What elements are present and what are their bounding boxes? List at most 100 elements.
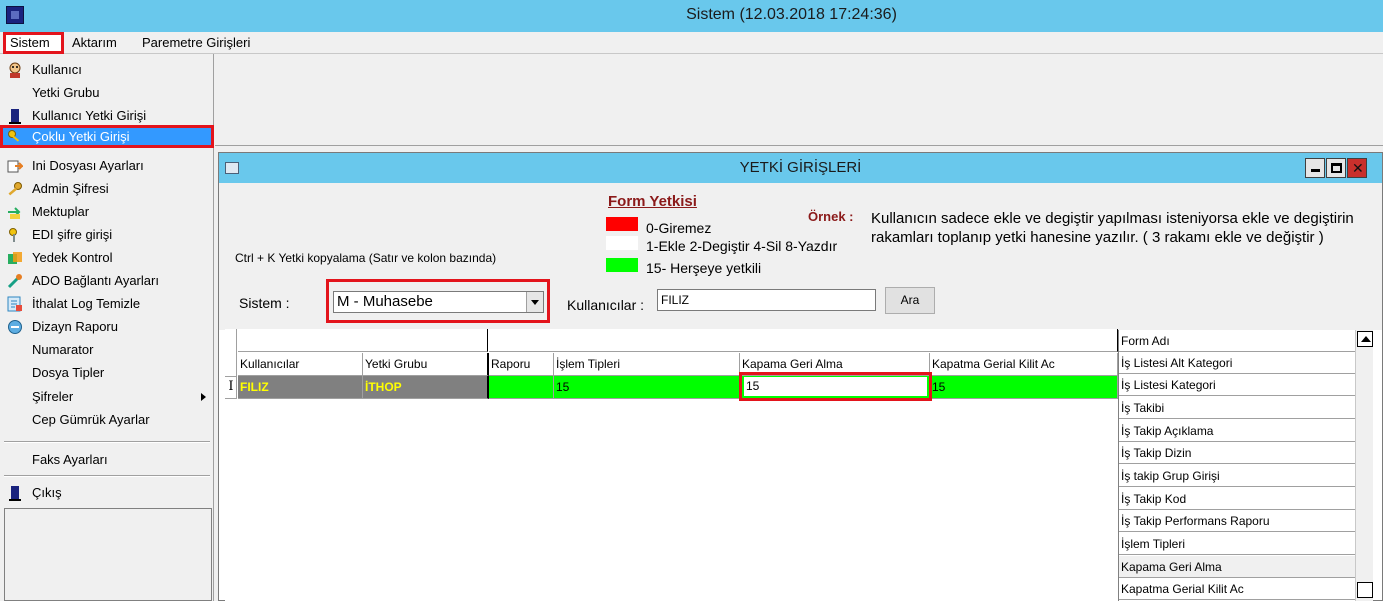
chevron-down-icon[interactable] (526, 292, 543, 312)
yetki-grid: I Kullanıcılar Yetki Grubu Raporu İşlem … (225, 329, 1118, 601)
list-item[interactable]: İş Takibi (1119, 397, 1355, 419)
exit-door-icon (9, 486, 21, 501)
menu-item-numarator[interactable]: Numarator (0, 338, 214, 361)
list-item[interactable]: İş Listesi Alt Kategori (1119, 352, 1355, 374)
report-icon (8, 320, 22, 334)
menu-item-sifreler[interactable]: Şifreler (0, 385, 214, 408)
menu-item-admin-sifresi[interactable]: Admin Şifresi (0, 177, 214, 200)
menu-item-kullanici[interactable]: Kullanıcı (0, 58, 214, 81)
menu-sistem[interactable]: Sistem (3, 32, 64, 54)
col-header-islem-tipleri[interactable]: İşlem Tipleri (554, 353, 740, 376)
col-header-yetki-grubu[interactable]: Yetki Grubu (363, 353, 489, 376)
col-header-kapatma-gerial-kilit-ac[interactable]: Kapatma Gerial Kilit Ac (930, 353, 1118, 376)
menu-item-label: Mektuplar (32, 204, 90, 219)
menu-item-ado-baglanti-ayarlari[interactable]: ADO Bağlantı Ayarları (0, 269, 214, 292)
menu-item-label: Çıkış (32, 485, 62, 500)
submenu-arrow-icon (201, 393, 206, 401)
copy-hint-text: Ctrl + K Yetki kopyalama (Satır ve kolon… (235, 251, 497, 265)
menu-item-dosya-tipler[interactable]: Dosya Tipler (0, 361, 214, 384)
sistem-select[interactable]: M - Muhasebe (333, 291, 544, 313)
ara-button[interactable]: Ara (885, 287, 935, 314)
menu-item-mektuplar[interactable]: Mektuplar (0, 200, 214, 223)
form-list-scrollbar[interactable] (1355, 330, 1373, 601)
menu-item-label: Kullanıcı Yetki Girişi (32, 108, 147, 123)
cell-islem-tipleri[interactable]: 15 (554, 376, 740, 399)
legend-swatch-white (606, 236, 638, 250)
list-item[interactable]: İş Takip Açıklama (1119, 420, 1355, 442)
list-item[interactable]: Kapatma Gerial Kilit Ac (1119, 578, 1355, 600)
kullanicilar-input[interactable]: FILIZ (657, 289, 876, 311)
col-header-raporu[interactable]: Raporu (489, 353, 554, 376)
legend-text-herseye-yetkili: 15- Herşeye yetkili (646, 260, 762, 276)
key-icon (8, 182, 22, 196)
menu-item-cikis[interactable]: Çıkış (0, 481, 214, 504)
menu-item-label: Dizayn Raporu (32, 319, 118, 334)
child-title-bar: YETKİ GİRİŞLERİ ✕ (219, 153, 1382, 183)
menu-item-label: Dosya Tipler (32, 365, 105, 380)
menu-item-label: İthalat Log Temizle (32, 296, 141, 311)
menu-item-yedek-kontrol[interactable]: Yedek Kontrol (0, 246, 214, 269)
user-icon (9, 62, 21, 78)
kullanicilar-label: Kullanıcılar : (567, 297, 645, 313)
filter-panel: Ctrl + K Yetki kopyalama (Satır ve kolon… (219, 183, 1382, 330)
cell-kapama-geri-alma-editor[interactable]: 15 (744, 377, 927, 396)
letters-icon (8, 207, 21, 219)
close-button[interactable]: ✕ (1347, 158, 1367, 178)
form-yetkisi-title: Form Yetkisi (608, 193, 697, 210)
menu-item-label: Çoklu Yetki Girişi (32, 129, 130, 144)
list-item[interactable]: İş Listesi Kategori (1119, 374, 1355, 396)
maximize-icon (1331, 163, 1342, 173)
menu-item-label: ADO Bağlantı Ayarları (32, 273, 159, 288)
list-item[interactable]: İş takip Grup Girişi (1119, 465, 1355, 487)
kapama-geri-alma-edit-highlight: 15 (739, 372, 932, 401)
menu-item-label: Kullanıcı (32, 62, 82, 77)
menu-bottom-panel (4, 508, 212, 601)
menu-item-label: Admin Şifresi (32, 181, 109, 196)
menu-item-label: Faks Ayarları (32, 452, 108, 467)
menu-item-coklu-yetki-girisi[interactable]: Çoklu Yetki Girişi (0, 125, 214, 148)
scroll-up-icon[interactable] (1357, 331, 1373, 347)
cell-kapatma-gerial-kilit-ac[interactable]: 15 (930, 376, 1118, 399)
yetki-girisleri-window: YETKİ GİRİŞLERİ ✕ Ctrl + K Yetki kopyala… (218, 152, 1383, 601)
menu-item-faks-ayarlari[interactable]: Faks Ayarları (0, 448, 214, 471)
cell-kullanici[interactable]: FILIZ (238, 376, 363, 399)
menu-item-edi-sifre-girisi[interactable]: EDI şifre girişi (0, 223, 214, 246)
grid-band-header-left (238, 329, 488, 352)
list-item[interactable]: Kapama Geri Alma (1119, 556, 1355, 578)
form-adi-list: Form Adı İş Listesi Alt Kategori İş List… (1118, 330, 1373, 601)
list-item[interactable]: İşlem Tipleri (1119, 533, 1355, 555)
menu-item-label: Yetki Grubu (32, 85, 100, 100)
menu-aktarim[interactable]: Aktarım (68, 34, 121, 52)
sistem-select-value: M - Muhasebe (337, 293, 433, 310)
menu-separator (4, 475, 210, 477)
legend-text-ekle-degistir: 1-Ekle 2-Degiştir 4-Sil 8-Yazdır (646, 238, 838, 254)
menu-item-cep-gumruk-ayarlar[interactable]: Cep Gümrük Ayarlar (0, 408, 214, 431)
grid-band-header-right (489, 329, 1118, 352)
menu-item-ithalat-log-temizle[interactable]: İthalat Log Temizle (0, 292, 214, 315)
menu-item-ini-dosyasi-ayarlari[interactable]: Ini Dosyası Ayarları (0, 154, 214, 177)
cell-raporu[interactable] (489, 376, 554, 399)
form-list-header[interactable]: Form Adı (1119, 330, 1355, 352)
col-header-kullanicilar[interactable]: Kullanıcılar (238, 353, 363, 376)
ini-file-icon (7, 160, 23, 173)
cell-yetki-grubu[interactable]: İTHOP (363, 376, 489, 399)
ornek-description: Kullanıcın sadece ekle ve degiştir yapıl… (871, 210, 1354, 246)
scroll-thumb[interactable] (1357, 582, 1373, 598)
keys-icon (8, 130, 20, 142)
maximize-button[interactable] (1326, 158, 1346, 178)
list-item[interactable]: İş Takip Dizin (1119, 442, 1355, 464)
menu-item-kullanici-yetki-girisi[interactable]: Kullanıcı Yetki Girişi (0, 104, 214, 127)
menu-separator (4, 441, 210, 443)
list-item[interactable]: İş Takip Kod (1119, 488, 1355, 510)
connection-icon (7, 274, 22, 289)
minimize-button[interactable] (1305, 158, 1325, 178)
menu-item-dizayn-raporu[interactable]: Dizayn Raporu (0, 315, 214, 338)
menu-parametre-girisleri[interactable]: Paremetre Girişleri (138, 34, 254, 52)
menu-item-label: Cep Gümrük Ayarlar (32, 412, 150, 427)
menu-item-label: EDI şifre girişi (32, 227, 113, 242)
title-bar: Sistem (12.03.2018 17:24:36) (0, 0, 1383, 32)
menu-item-yetki-grubu[interactable]: Yetki Grubu (0, 81, 214, 104)
list-item[interactable]: İş Takip Performans Raporu (1119, 510, 1355, 532)
menu-item-label: Şifreler (32, 389, 74, 404)
backup-icon (8, 252, 22, 264)
